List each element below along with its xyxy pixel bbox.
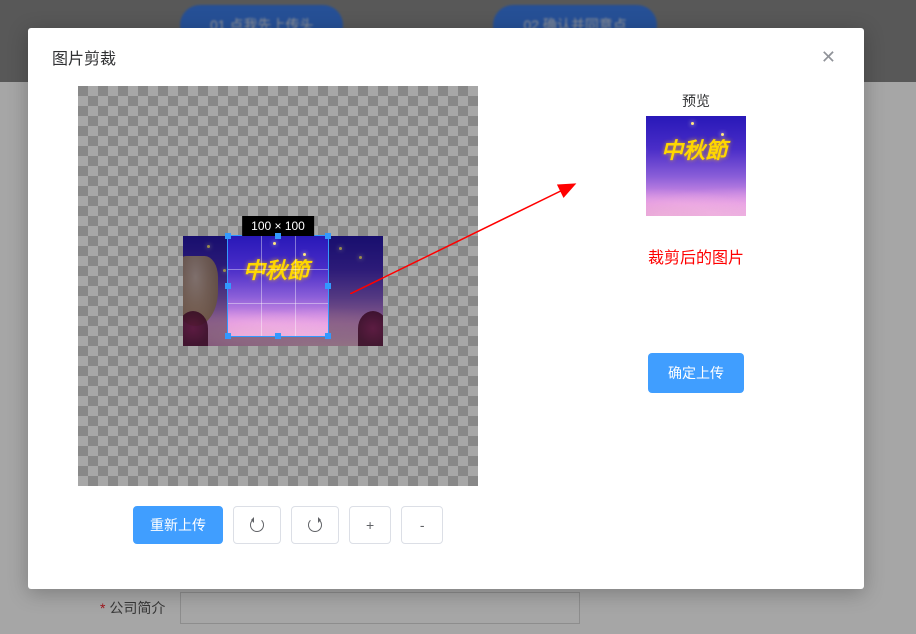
modal-header: 图片剪裁 ✕: [28, 28, 864, 86]
crop-handle-w[interactable]: [225, 283, 231, 289]
rotate-cw-button[interactable]: [291, 506, 339, 544]
rotate-ccw-icon: [250, 518, 264, 532]
crop-handle-ne[interactable]: [325, 233, 331, 239]
image-crop-modal: 图片剪裁 ✕ 中秋節: [28, 28, 864, 589]
crop-handle-n[interactable]: [275, 233, 281, 239]
rotate-ccw-button[interactable]: [233, 506, 281, 544]
rotate-cw-icon: [308, 518, 322, 532]
close-icon[interactable]: ✕: [817, 44, 840, 70]
zoom-out-button[interactable]: -: [401, 506, 443, 544]
crop-handle-e[interactable]: [325, 283, 331, 289]
preview-image: 中秋節: [646, 116, 746, 216]
zoom-in-button[interactable]: +: [349, 506, 391, 544]
crop-handle-se[interactable]: [325, 333, 331, 339]
reupload-button[interactable]: 重新上传: [133, 506, 223, 544]
crop-handle-sw[interactable]: [225, 333, 231, 339]
crop-toolbar: 重新上传 + -: [78, 506, 814, 544]
modal-title: 图片剪裁: [52, 45, 116, 69]
crop-handle-s[interactable]: [275, 333, 281, 339]
crop-canvas[interactable]: 中秋節 100 × 100: [78, 86, 478, 486]
preview-label: 预览: [682, 91, 710, 111]
confirm-upload-button[interactable]: 确定上传: [648, 353, 744, 393]
crop-selection-box[interactable]: 100 × 100 中秋節: [228, 236, 328, 336]
crop-handle-nw[interactable]: [225, 233, 231, 239]
annotation-text: 裁剪后的图片: [648, 244, 744, 268]
